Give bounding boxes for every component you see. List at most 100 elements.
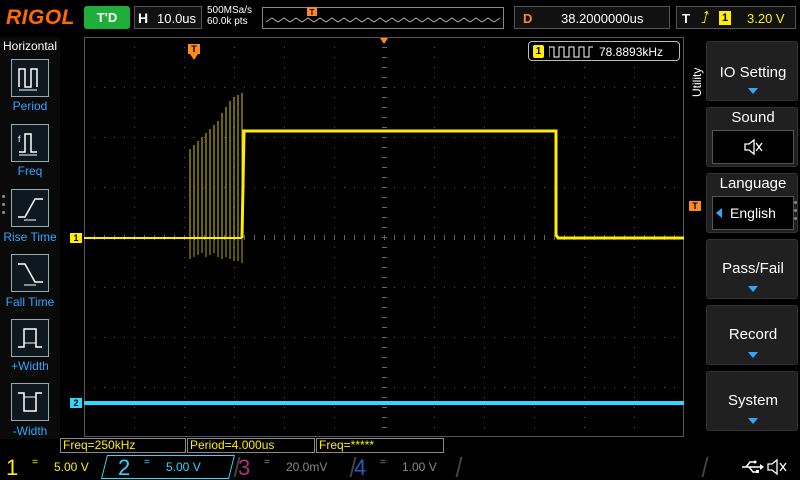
measurement-freq-1[interactable]: Freq=250kHz [60,438,186,453]
measurement-period[interactable]: Period=4.000us [187,438,315,453]
neg-width-icon [18,392,42,412]
frequency-counter[interactable]: 1 78.8893kHz [528,41,680,61]
pos-width-label: +Width [11,359,49,373]
language-label: Language [719,175,787,192]
pass-fail-label: Pass/Fail [722,260,784,277]
waveform-display[interactable]: T 1 78.8893kHz [84,37,684,437]
language-button[interactable]: Language English [706,173,798,233]
pos-width-button[interactable] [11,319,49,357]
system-label: System [727,392,778,409]
delay-value: 38.2000000us [561,11,644,26]
fall-time-icon [18,263,43,286]
record-arrow-icon [748,352,758,358]
run-state-badge[interactable]: T'D [84,6,130,29]
freq-label: Freq [17,164,43,178]
ch2-offset-marker[interactable]: 2 [70,398,82,408]
sound-button[interactable]: Sound [706,107,798,167]
rise-time-button[interactable] [11,189,49,227]
left-menu-title: Horizontal [2,39,58,53]
ch2-number: 2 [118,455,131,480]
measurement-results: Freq=250kHz Period=4.000us Freq=***** [60,438,688,453]
timebase-value: 10.0us [157,11,197,26]
pos-width-icon [18,328,42,348]
svg-text:T: T [310,8,315,17]
system-button[interactable]: System [706,371,798,431]
memory-overview-bar: T [262,7,504,29]
trigger-label: T [682,11,690,26]
period-button[interactable] [11,59,49,97]
system-arrow-icon [748,418,758,424]
memory-trigger-marker-icon: T [307,7,317,17]
trigger-level: 3.20 V [747,11,785,26]
trigger-source: 1 [719,11,731,25]
period-label: Period [12,99,48,113]
io-setting-button[interactable]: IO Setting [706,41,798,101]
language-value-box: English [712,196,794,230]
ch1-number: 1 [6,455,19,480]
neg-width-button[interactable] [11,383,49,421]
usb-icon [742,460,764,473]
freq-button[interactable]: f [11,124,49,162]
speaker-icon [744,138,763,156]
trigger-delay-box[interactable]: D 38.2000000us [514,6,670,29]
language-value: English [730,205,776,221]
fall-time-label: Fall Time [5,295,55,309]
frequency-counter-channel: 1 [533,45,544,58]
brand-logo: RIGOL [6,6,75,29]
left-page-indicator [2,195,6,219]
sample-rate: 500MSa/s [207,5,253,16]
speaker-icon[interactable] [766,458,788,476]
acquisition-info: 500MSa/s 60.0k pts [207,5,252,27]
caret-left-icon [716,208,722,218]
freq-icon: f [18,133,37,156]
rising-edge-icon: ⭜ [701,10,710,27]
pass-fail-arrow-icon [748,286,758,292]
io-setting-label: IO Setting [719,64,787,81]
timebase-box[interactable]: H 10.0us [134,6,202,29]
rise-time-icon [18,198,43,221]
timebase-label: H [138,10,149,26]
sound-label: Sound [731,109,775,126]
record-label: Record [728,326,778,343]
trigger-position-marker[interactable]: T [188,44,200,54]
svg-text:f: f [18,134,21,144]
right-menu-title: Utility [690,67,704,97]
trigger-down-arrow-icon [190,54,198,60]
ch2-scale: 5.00 V [166,460,201,474]
record-button[interactable]: Record [706,305,798,365]
horizontal-measure-menu: Horizontal Period f Freq Rise Time Fall … [0,37,60,439]
top-status-bar: RIGOL T'D H 10.0us 500MSa/s 60.0k pts T … [0,0,800,36]
memory-depth: 60.0k pts [207,16,248,27]
right-page-indicator [794,201,798,225]
pulse-train-icon [549,46,593,58]
sound-value [712,130,794,164]
ch1-scale: 5.00 V [54,460,89,474]
graticule [84,37,684,437]
ch2-coupling: = [144,457,150,468]
ch4-scale: 1.00 V [402,460,437,474]
ch4-coupling: = [380,457,386,468]
ch3-status[interactable]: 3 = 20.0mV [238,454,348,480]
neg-width-label: -Width [12,424,48,438]
ch3-number: 3 [238,455,251,480]
channel-separator [701,457,709,477]
measurement-freq-2[interactable]: Freq=***** [316,438,444,453]
frequency-counter-value: 78.8893kHz [599,45,664,59]
center-trigger-marker-icon [380,38,388,44]
utility-menu: Utility IO Setting Sound Language Englis… [686,37,800,439]
ch4-number: 4 [354,455,367,480]
rise-time-label: Rise Time [3,230,57,244]
period-icon [18,68,38,91]
pass-fail-button[interactable]: Pass/Fail [706,239,798,299]
fall-time-button[interactable] [11,254,49,292]
ch1-offset-marker[interactable]: 1 [70,233,82,243]
io-setting-arrow-icon [748,88,758,94]
ch2-status[interactable]: 2 = 5.00 V [118,454,228,480]
ch4-status[interactable]: 4 = 1.00 V [354,454,464,480]
ch3-coupling: = [264,457,270,468]
trigger-status-box[interactable]: T ⭜ 1 3.20 V [676,6,796,29]
channel-status-bar: 1 = 5.00 V 2 = 5.00 V 3 = 20.0mV 4 = 1.0… [0,454,800,480]
ch3-scale: 20.0mV [286,460,328,474]
ch1-status[interactable]: 1 = 5.00 V [6,454,106,480]
ch1-coupling: = [32,457,38,468]
